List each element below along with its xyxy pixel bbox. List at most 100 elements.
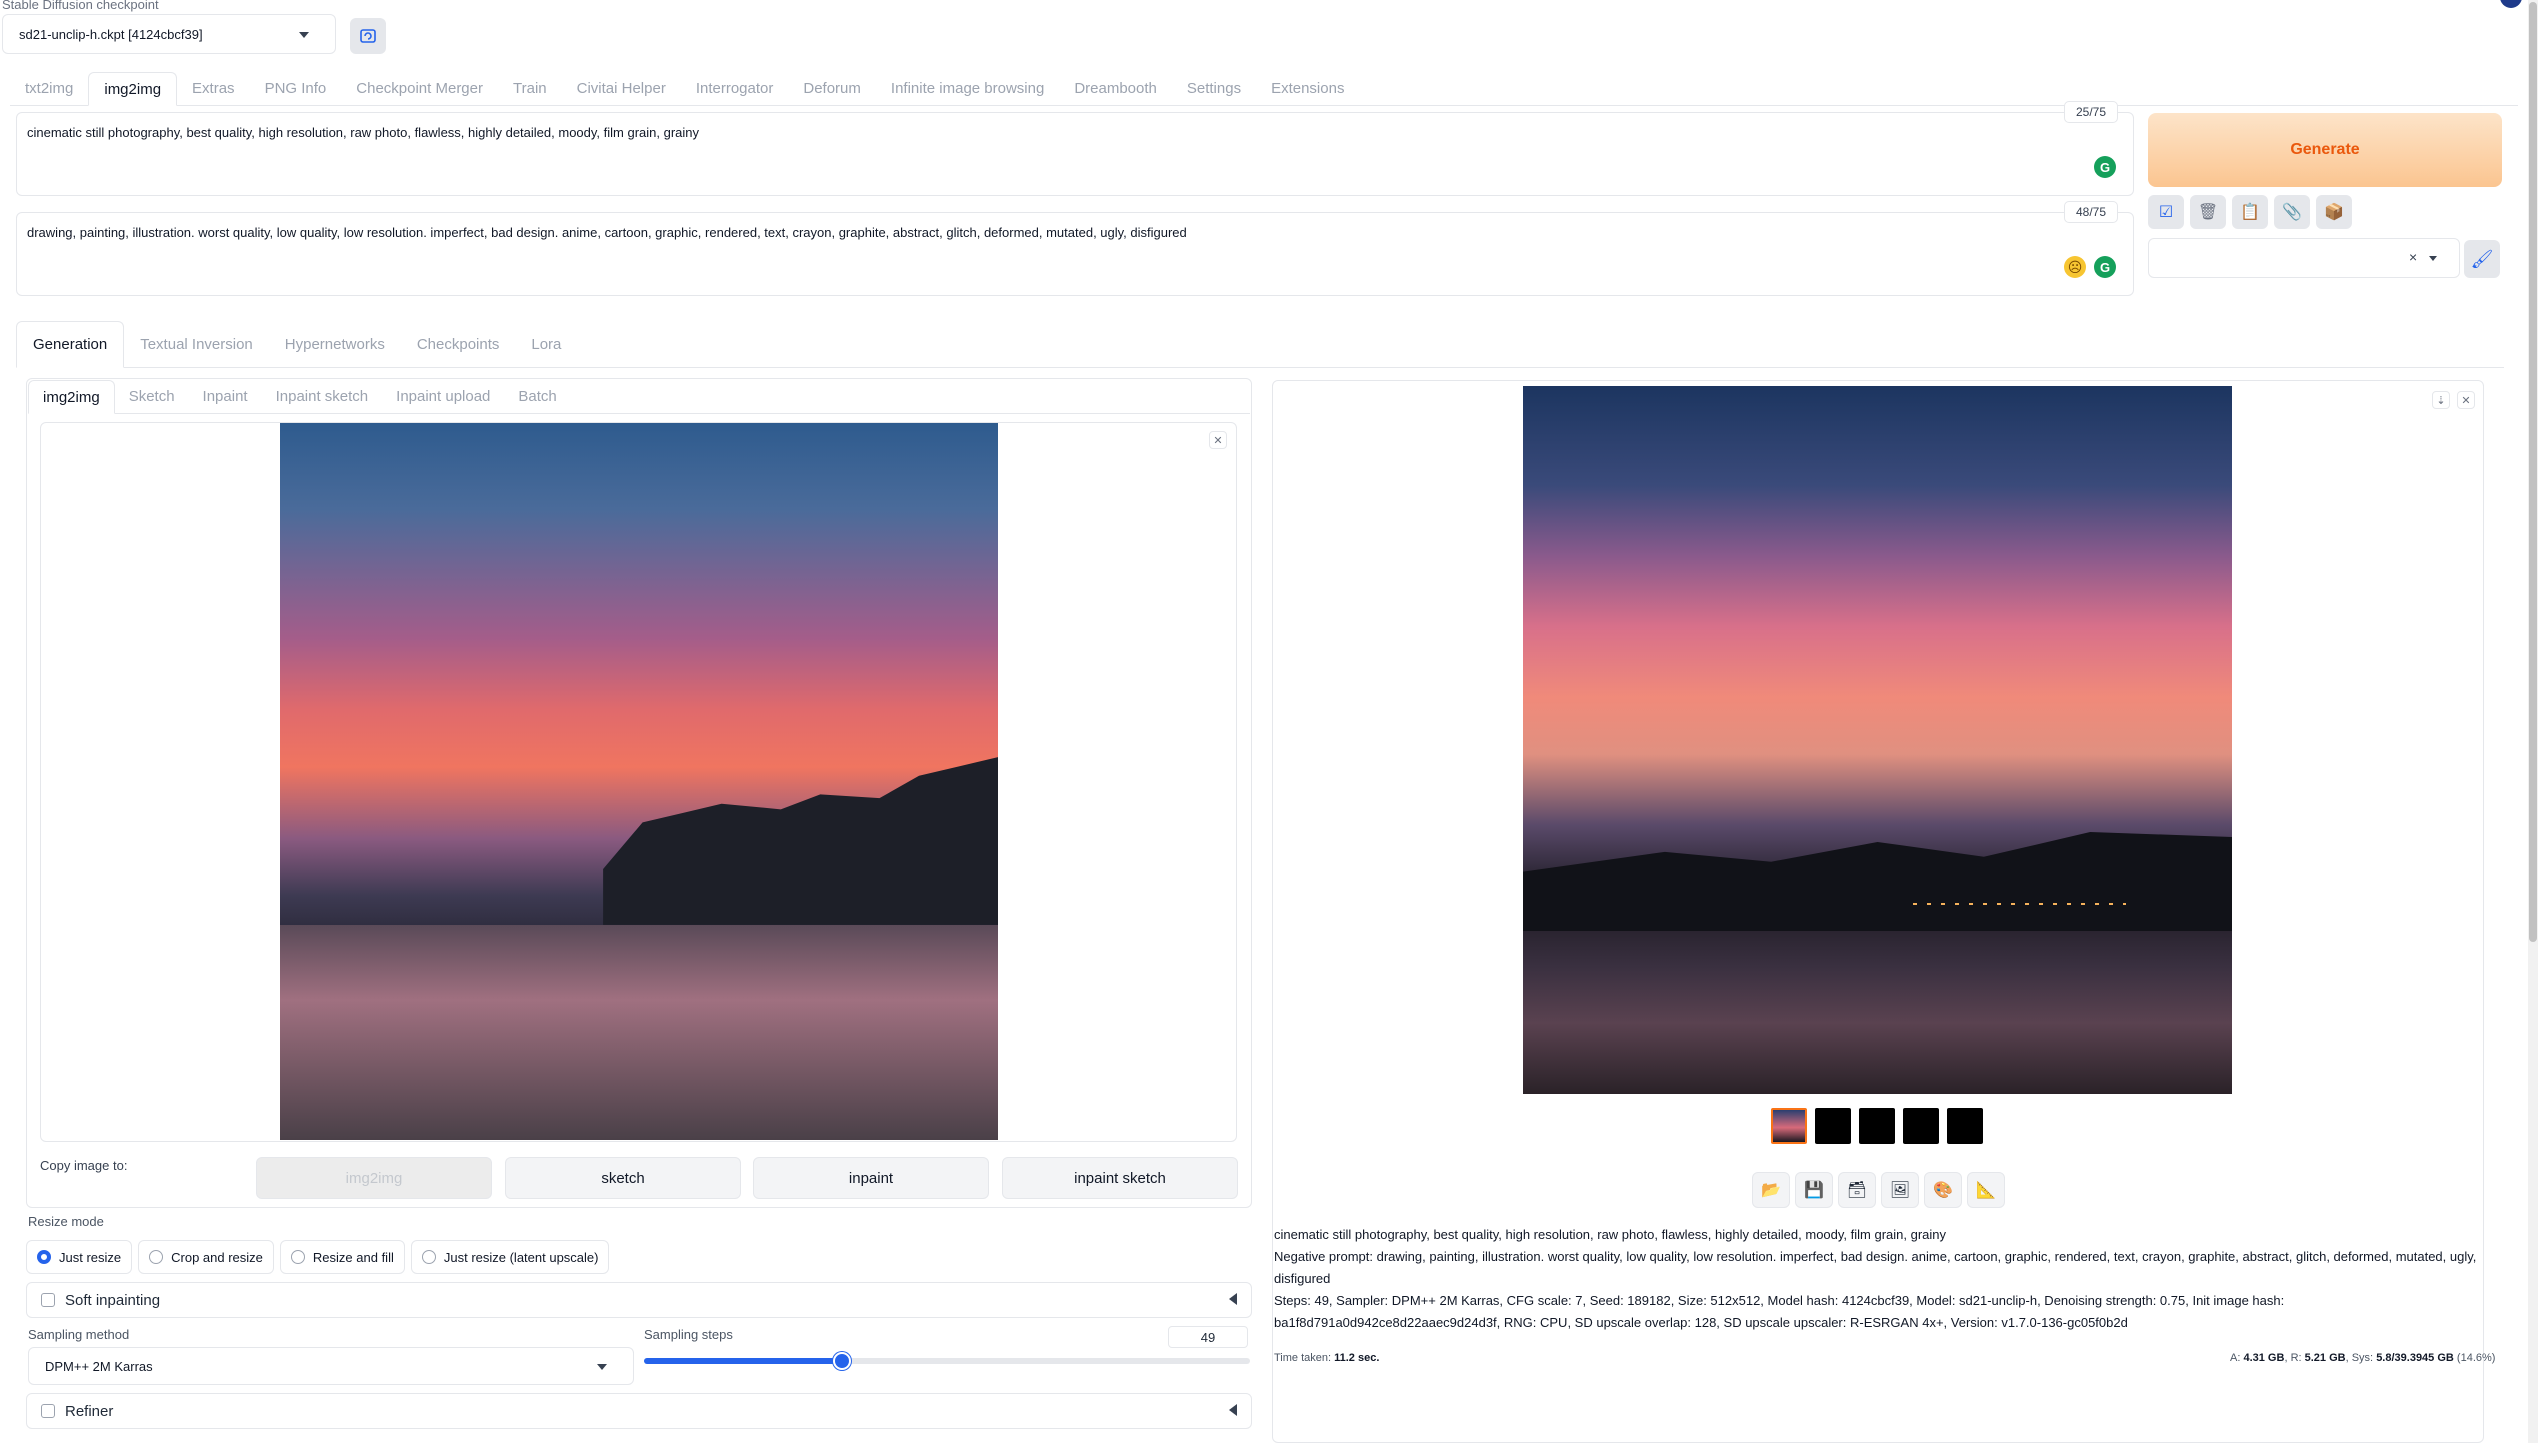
positive-prompt-input[interactable]: cinematic still photography, best qualit… xyxy=(16,112,2134,196)
page-scrollbar[interactable] xyxy=(2528,0,2538,1443)
save-style-button[interactable]: 📦 xyxy=(2316,195,2352,229)
sampling-method-select[interactable]: DPM++ 2M Karras xyxy=(28,1347,634,1385)
save-button[interactable]: 💾 xyxy=(1795,1172,1833,1208)
gallery-thumbnail[interactable] xyxy=(1903,1108,1939,1144)
negative-prompt-text: drawing, painting, illustration. worst q… xyxy=(27,225,1187,240)
checkpoint-select[interactable]: sd21-unclip-h.ckpt [4124cbcf39] xyxy=(2,14,336,54)
radio-just-resize-latent[interactable]: Just resize (latent upscale) xyxy=(410,1240,610,1274)
emoji-icon[interactable]: ☹ xyxy=(2064,256,2086,278)
close-icon[interactable]: ✕ xyxy=(1209,431,1227,449)
checkpoint-label: Stable Diffusion checkpoint xyxy=(2,0,159,12)
time-taken-label: Time taken: xyxy=(1274,1352,1332,1364)
sampling-steps-input[interactable]: 49 xyxy=(1168,1326,1248,1348)
tab-civitai-helper[interactable]: Civitai Helper xyxy=(562,72,681,105)
generation-info-params: Steps: 49, Sampler: DPM++ 2M Karras, CFG… xyxy=(1274,1293,2285,1330)
radio-label: Just resize (latent upscale) xyxy=(443,1249,599,1265)
tab-textual-inversion[interactable]: Textual Inversion xyxy=(124,322,269,367)
tab-checkpoint-merger[interactable]: Checkpoint Merger xyxy=(341,72,498,105)
clipboard-icon: 📋 xyxy=(2240,204,2260,221)
tab-settings[interactable]: Settings xyxy=(1172,72,1256,105)
read-params-button[interactable]: ☑ xyxy=(2148,195,2184,229)
gallery-thumbnail[interactable] xyxy=(1859,1108,1895,1144)
sampling-steps-slider[interactable] xyxy=(644,1352,1250,1370)
save-icon: 💾 xyxy=(1804,1182,1824,1199)
slider-thumb[interactable] xyxy=(833,1352,851,1370)
radio-crop-and-resize[interactable]: Crop and resize xyxy=(138,1240,274,1274)
copy-to-inpaint-sketch-button[interactable]: inpaint sketch xyxy=(1002,1157,1238,1199)
tab-img2img-mode[interactable]: img2img xyxy=(28,380,115,414)
tab-extensions[interactable]: Extensions xyxy=(1256,72,1359,105)
clear-styles-icon[interactable]: × xyxy=(2409,249,2417,265)
send-to-extras-button[interactable]: 📐 xyxy=(1967,1172,2005,1208)
memory-usage: A: 4.31 GB, R: 5.21 GB, Sys: 5.8/39.3945… xyxy=(2230,1352,2496,1364)
generate-button[interactable]: Generate xyxy=(2148,113,2502,187)
refresh-checkpoint-button[interactable] xyxy=(350,18,386,54)
negative-prompt-input[interactable]: drawing, painting, illustration. worst q… xyxy=(16,212,2134,296)
send-to-inpaint-button[interactable]: 🎨 xyxy=(1924,1172,1962,1208)
slider-fill xyxy=(644,1358,842,1364)
time-taken: Time taken: 11.2 sec. xyxy=(1274,1352,1379,1364)
tab-inpaint-upload[interactable]: Inpaint upload xyxy=(382,380,504,413)
tab-batch[interactable]: Batch xyxy=(504,380,570,413)
chevron-down-icon xyxy=(299,32,309,38)
tab-extras[interactable]: Extras xyxy=(177,72,250,105)
tab-txt2img[interactable]: txt2img xyxy=(10,72,88,105)
gallery-thumbnail[interactable] xyxy=(1947,1108,1983,1144)
output-image[interactable] xyxy=(1523,386,2232,1094)
download-icon[interactable]: ⇣ xyxy=(2432,391,2450,409)
tab-hypernetworks[interactable]: Hypernetworks xyxy=(269,322,401,367)
tab-generation[interactable]: Generation xyxy=(16,321,125,368)
clear-prompt-button[interactable]: 🗑 xyxy=(2190,195,2226,229)
mem-a-label: A: xyxy=(2230,1352,2241,1364)
extra-networks-button[interactable]: 📎 xyxy=(2274,195,2310,229)
tab-checkpoints[interactable]: Checkpoints xyxy=(401,322,516,367)
refresh-icon xyxy=(360,29,376,43)
input-image-buildings xyxy=(603,757,998,925)
radio-icon xyxy=(290,1250,305,1264)
grammarly-icon[interactable]: G xyxy=(2094,156,2116,178)
tab-inpaint[interactable]: Inpaint xyxy=(189,380,262,413)
folder-icon: 📂 xyxy=(1761,1182,1781,1199)
soft-inpainting-checkbox[interactable] xyxy=(41,1293,55,1307)
gallery-thumbnail[interactable] xyxy=(1815,1108,1851,1144)
radio-just-resize[interactable]: Just resize xyxy=(26,1240,133,1274)
expand-arrow-icon[interactable] xyxy=(1229,1293,1237,1305)
trash-icon: 🗑 xyxy=(2197,204,2219,221)
copy-to-sketch-button[interactable]: sketch xyxy=(505,1157,741,1199)
ruler-icon: 📐 xyxy=(1976,1182,1996,1199)
radio-icon xyxy=(421,1250,436,1264)
tab-dreambooth[interactable]: Dreambooth xyxy=(1059,72,1172,105)
tab-sketch[interactable]: Sketch xyxy=(115,380,189,413)
sampling-steps-label: Sampling steps xyxy=(644,1327,733,1342)
soft-inpainting-accordion[interactable]: Soft inpainting xyxy=(26,1282,1252,1318)
apply-style-button[interactable]: 📋 xyxy=(2232,195,2268,229)
sampling-method-value: DPM++ 2M Karras xyxy=(45,1358,153,1374)
tab-infinite-image-browsing[interactable]: Infinite image browsing xyxy=(876,72,1059,105)
tab-img2img[interactable]: img2img xyxy=(88,72,178,106)
refiner-accordion[interactable]: Refiner xyxy=(26,1393,1252,1429)
expand-arrow-icon[interactable] xyxy=(1229,1404,1237,1416)
gallery-thumbnail[interactable] xyxy=(1771,1108,1807,1144)
refiner-checkbox[interactable] xyxy=(41,1404,55,1418)
main-tabs: txt2img img2img Extras PNG Info Checkpoi… xyxy=(10,72,2518,106)
image-icon: 🖼 xyxy=(1889,1182,1911,1199)
copy-to-inpaint-button[interactable]: inpaint xyxy=(753,1157,989,1199)
close-icon[interactable]: ✕ xyxy=(2457,391,2475,409)
tab-deforum[interactable]: Deforum xyxy=(788,72,876,105)
tab-png-info[interactable]: PNG Info xyxy=(250,72,342,105)
radio-resize-and-fill[interactable]: Resize and fill xyxy=(279,1240,405,1274)
send-to-img2img-button[interactable]: 🖼 xyxy=(1881,1172,1919,1208)
grammarly-icon[interactable]: G xyxy=(2094,256,2116,278)
scrollbar-thumb[interactable] xyxy=(2529,2,2537,942)
tab-interrogator[interactable]: Interrogator xyxy=(681,72,789,105)
open-folder-button[interactable]: 📂 xyxy=(1752,1172,1790,1208)
copy-to-img2img-button[interactable]: img2img xyxy=(256,1157,492,1199)
tab-inpaint-sketch[interactable]: Inpaint sketch xyxy=(262,380,383,413)
zip-button[interactable]: 🗃 xyxy=(1838,1172,1876,1208)
user-badge-icon[interactable] xyxy=(2500,0,2522,8)
styles-select[interactable]: × xyxy=(2148,238,2460,278)
tab-train[interactable]: Train xyxy=(498,72,562,105)
edit-styles-button[interactable]: 🖌 xyxy=(2464,240,2500,278)
mem-a-value: 4.31 GB xyxy=(2243,1352,2285,1364)
tab-lora[interactable]: Lora xyxy=(515,322,577,367)
